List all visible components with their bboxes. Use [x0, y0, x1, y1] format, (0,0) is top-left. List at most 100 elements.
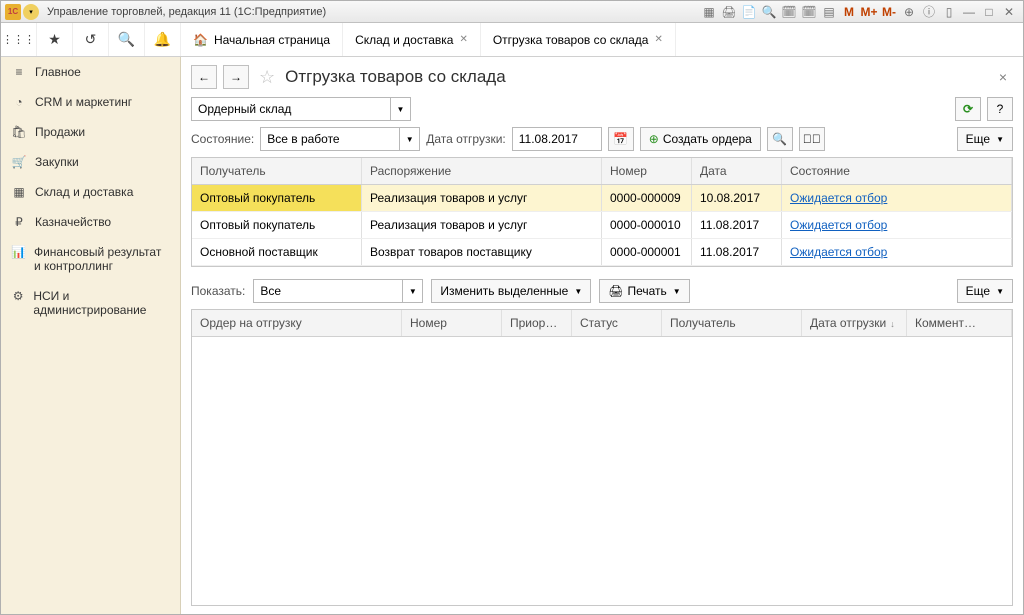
clear-find-button[interactable]: 🔍⃠ [799, 127, 825, 151]
sidebar-item-admin[interactable]: ⚙НСИ и администрирование [1, 281, 180, 325]
sidebar-item-label: Закупки [35, 155, 79, 169]
sidebar-item-label: Финансовый результат и контроллинг [34, 245, 170, 273]
table-row[interactable]: Основной поставщикВозврат товаров постав… [192, 239, 1012, 266]
tab-home-label: Начальная страница [214, 33, 330, 47]
warehouse-select[interactable]: Ордерный склад ▼ [191, 97, 411, 121]
toolbar-grid-icon[interactable]: ▦ [699, 3, 719, 21]
close-icon[interactable]: ✕ [654, 34, 662, 45]
cell-state: Ожидается отбор [782, 185, 1012, 211]
state-value: Все в работе [267, 132, 339, 146]
table-row[interactable]: Оптовый покупательРеализация товаров и у… [192, 185, 1012, 212]
col-order[interactable]: Ордер на отгрузку [192, 310, 402, 336]
show-select[interactable]: Все ▼ [253, 279, 423, 303]
pie-icon: ◔ [11, 95, 27, 109]
orders-table: Ордер на отгрузку Номер Приоритет Статус… [191, 309, 1013, 606]
show-value: Все [260, 284, 281, 298]
find-button[interactable]: 🔍 [767, 127, 793, 151]
tab-warehouse[interactable]: Склад и доставка ✕ [343, 23, 481, 56]
notifications-icon[interactable]: 🔔 [145, 23, 181, 56]
print-icon: 🖨 [608, 284, 623, 298]
more-label: Еще [966, 284, 990, 298]
m-minus-button[interactable]: M- [879, 3, 899, 21]
history-icon[interactable]: ↺ [73, 23, 109, 56]
cell-recipient: Оптовый покупатель [192, 185, 362, 211]
minimize-button[interactable]: — [959, 3, 979, 21]
col-number[interactable]: Номер [602, 158, 692, 184]
m-plus-button[interactable]: M+ [859, 3, 879, 21]
chevron-down-icon[interactable]: ▼ [402, 280, 422, 302]
date-input[interactable]: 11.08.2017 [512, 127, 602, 151]
col-date[interactable]: Дата [692, 158, 782, 184]
sidebar-item-label: Главное [35, 65, 81, 79]
tab-home[interactable]: 🏠 Начальная страница [181, 23, 343, 56]
sidebar-item-main[interactable]: ≡Главное [1, 57, 180, 87]
cart-icon: 🛒 [11, 155, 27, 169]
col-recipient[interactable]: Получатель [192, 158, 362, 184]
table-row[interactable]: Оптовый покупательРеализация товаров и у… [192, 212, 1012, 239]
date-picker-button[interactable]: 📅 [608, 127, 634, 151]
toolbar-search-icon[interactable]: 🔍 [759, 3, 779, 21]
nav-forward-button[interactable]: → [223, 65, 249, 89]
sidebar-item-treasury[interactable]: ₽Казначейство [1, 207, 180, 237]
toolbar-plus-icon[interactable]: ⊕ [899, 3, 919, 21]
create-orders-button[interactable]: ⊕ Создать ордера [640, 127, 761, 151]
search-icon[interactable]: 🔍 [109, 23, 145, 56]
toolbar-info-icon[interactable]: ⓘ [919, 3, 939, 21]
more-button[interactable]: Еще ▼ [957, 127, 1013, 151]
help-button[interactable]: ? [987, 97, 1013, 121]
state-label: Состояние: [191, 132, 254, 146]
toolbar-table-icon[interactable]: ▤ [819, 3, 839, 21]
state-select[interactable]: Все в работе ▼ [260, 127, 420, 151]
col-status[interactable]: Статус [572, 310, 662, 336]
favorite-star-icon[interactable]: ☆ [259, 67, 275, 88]
sidebar-item-label: Склад и доставка [35, 185, 133, 199]
maximize-button[interactable]: □ [979, 3, 999, 21]
sidebar-item-sales[interactable]: 🛍Продажи [1, 117, 180, 147]
cell-recipient: Оптовый покупатель [192, 212, 362, 238]
sidebar-item-finance[interactable]: 📊Финансовый результат и контроллинг [1, 237, 180, 281]
state-link[interactable]: Ожидается отбор [790, 218, 887, 232]
state-link[interactable]: Ожидается отбор [790, 191, 887, 205]
col-ship-date[interactable]: Дата отгрузки↓ [802, 310, 907, 336]
col-comment[interactable]: Коммент… [907, 310, 1012, 336]
window-title: Управление торговлей, редакция 11 (1С:Пр… [47, 6, 326, 18]
sidebar: ≡Главное ◔ CRM и маркетинг 🛍Продажи 🛒 Заку… [1, 57, 181, 614]
window-titlebar: 1C ▾ Управление торговлей, редакция 11 (… [1, 1, 1023, 23]
col-disposition[interactable]: Распоряжение [362, 158, 602, 184]
toolbar-panel-icon[interactable]: ▯ [939, 3, 959, 21]
edit-selected-button[interactable]: Изменить выделенные ▼ [431, 279, 591, 303]
print-button[interactable]: 🖨 Печать ▼ [599, 279, 689, 303]
chevron-down-icon[interactable]: ▼ [399, 128, 419, 150]
sidebar-item-label: НСИ и администрирование [33, 289, 170, 317]
col-recipient[interactable]: Получатель [662, 310, 802, 336]
m-button[interactable]: M [839, 3, 859, 21]
col-priority[interactable]: Приоритет [502, 310, 572, 336]
toolbar-doc-icon[interactable]: 📄 [739, 3, 759, 21]
toolbar-calc-icon[interactable]: 🗓 [779, 3, 799, 21]
sidebar-item-warehouse[interactable]: ▦Склад и доставка [1, 177, 180, 207]
sidebar-item-crm[interactable]: ◔ CRM и маркетинг [1, 87, 180, 117]
sidebar-item-purchases[interactable]: 🛒 Закупки [1, 147, 180, 177]
page-close-button[interactable]: × [993, 67, 1013, 87]
toolbar-cal-icon[interactable]: 🗓 [799, 3, 819, 21]
toolbar-print-icon[interactable]: 🖨 [719, 3, 739, 21]
refresh-icon: ⟳ [963, 102, 973, 116]
chevron-down-icon[interactable]: ▼ [390, 98, 410, 120]
cell-state: Ожидается отбор [782, 212, 1012, 238]
tab-shipment[interactable]: Отгрузка товаров со склада ✕ [481, 23, 676, 56]
lower-more-button[interactable]: Еще ▼ [957, 279, 1013, 303]
apps-icon[interactable]: ⋮⋮⋮ [1, 23, 37, 56]
close-button[interactable]: ✕ [999, 3, 1019, 21]
sidebar-item-label: CRM и маркетинг [35, 95, 132, 109]
favorite-icon[interactable]: ★ [37, 23, 73, 56]
sort-down-icon: ↓ [890, 319, 895, 329]
refresh-button[interactable]: ⟳ [955, 97, 981, 121]
cell-recipient: Основной поставщик [192, 239, 362, 265]
nav-back-button[interactable]: ← [191, 65, 217, 89]
app-dropdown-icon[interactable]: ▾ [23, 4, 39, 20]
close-icon[interactable]: ✕ [459, 34, 467, 45]
col-number[interactable]: Номер [402, 310, 502, 336]
state-link[interactable]: Ожидается отбор [790, 245, 887, 259]
col-state[interactable]: Состояние [782, 158, 1012, 184]
sidebar-item-label: Продажи [35, 125, 85, 139]
